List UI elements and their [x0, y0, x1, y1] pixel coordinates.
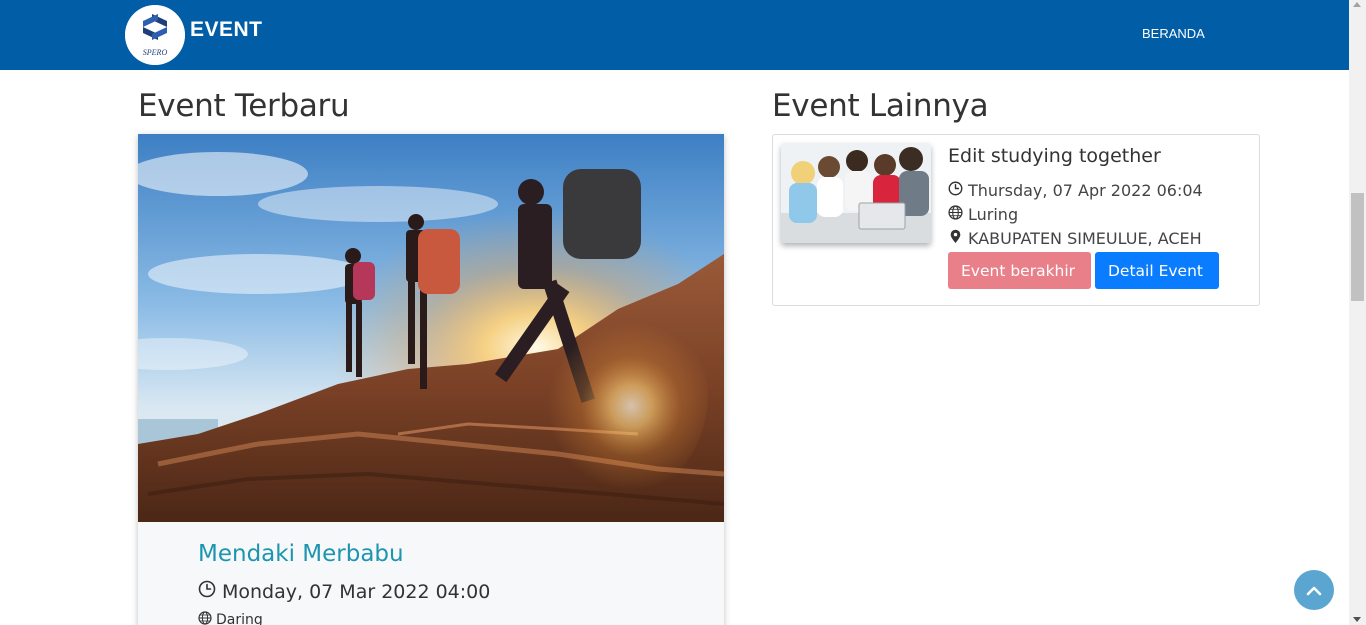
scroll-up-arrow-icon[interactable]	[1353, 2, 1361, 7]
map-pin-icon	[948, 229, 963, 248]
other-event-location-text: KABUPATEN SIMEULUE, ACEH	[968, 229, 1202, 248]
globe-icon	[948, 205, 963, 224]
detail-event-button[interactable]: Detail Event	[1095, 252, 1219, 289]
latest-event-mode-text: Daring	[216, 612, 263, 625]
clock-icon	[948, 181, 963, 200]
latest-event-title[interactable]: Mendaki Merbabu	[198, 541, 404, 567]
latest-event-mode: Daring	[198, 611, 263, 625]
latest-event-datetime: Monday, 07 Mar 2022 04:00	[198, 580, 490, 603]
globe-icon	[198, 611, 212, 625]
students-photo[interactable]	[781, 143, 931, 243]
other-events-heading: Event Lainnya	[772, 88, 989, 124]
scroll-down-arrow-icon[interactable]	[1353, 617, 1361, 622]
clock-icon	[198, 580, 216, 603]
svg-text:SPERO: SPERO	[143, 48, 168, 57]
other-event-card: Edit studying together Thursday, 07 Apr …	[772, 134, 1260, 306]
latest-event-datetime-text: Monday, 07 Mar 2022 04:00	[222, 580, 491, 603]
latest-events-heading: Event Terbaru	[138, 88, 350, 124]
hiking-photo[interactable]	[138, 134, 724, 522]
other-event-datetime: Thursday, 07 Apr 2022 06:04	[948, 181, 1203, 200]
other-event-mode: Luring	[948, 205, 1018, 224]
other-event-datetime-text: Thursday, 07 Apr 2022 06:04	[968, 181, 1203, 200]
nav-link-beranda[interactable]: BERANDA	[1142, 26, 1205, 41]
spero-logo-icon[interactable]: SPERO	[125, 5, 185, 65]
latest-event-card: Mendaki Merbabu Monday, 07 Mar 2022 04:0…	[138, 134, 724, 625]
chevron-up-icon	[1306, 581, 1322, 600]
event-ended-button[interactable]: Event berakhir	[948, 252, 1091, 289]
scroll-thumb[interactable]	[1351, 193, 1364, 301]
navbar: SPERO EVENT BERANDA	[0, 0, 1349, 70]
page-scrollbar[interactable]	[1349, 0, 1366, 625]
other-event-location: KABUPATEN SIMEULUE, ACEH	[948, 229, 1202, 248]
other-event-title[interactable]: Edit studying together	[948, 145, 1161, 167]
other-event-mode-text: Luring	[968, 205, 1019, 224]
brand-title[interactable]: EVENT	[190, 18, 263, 42]
back-to-top-button[interactable]	[1294, 570, 1334, 610]
